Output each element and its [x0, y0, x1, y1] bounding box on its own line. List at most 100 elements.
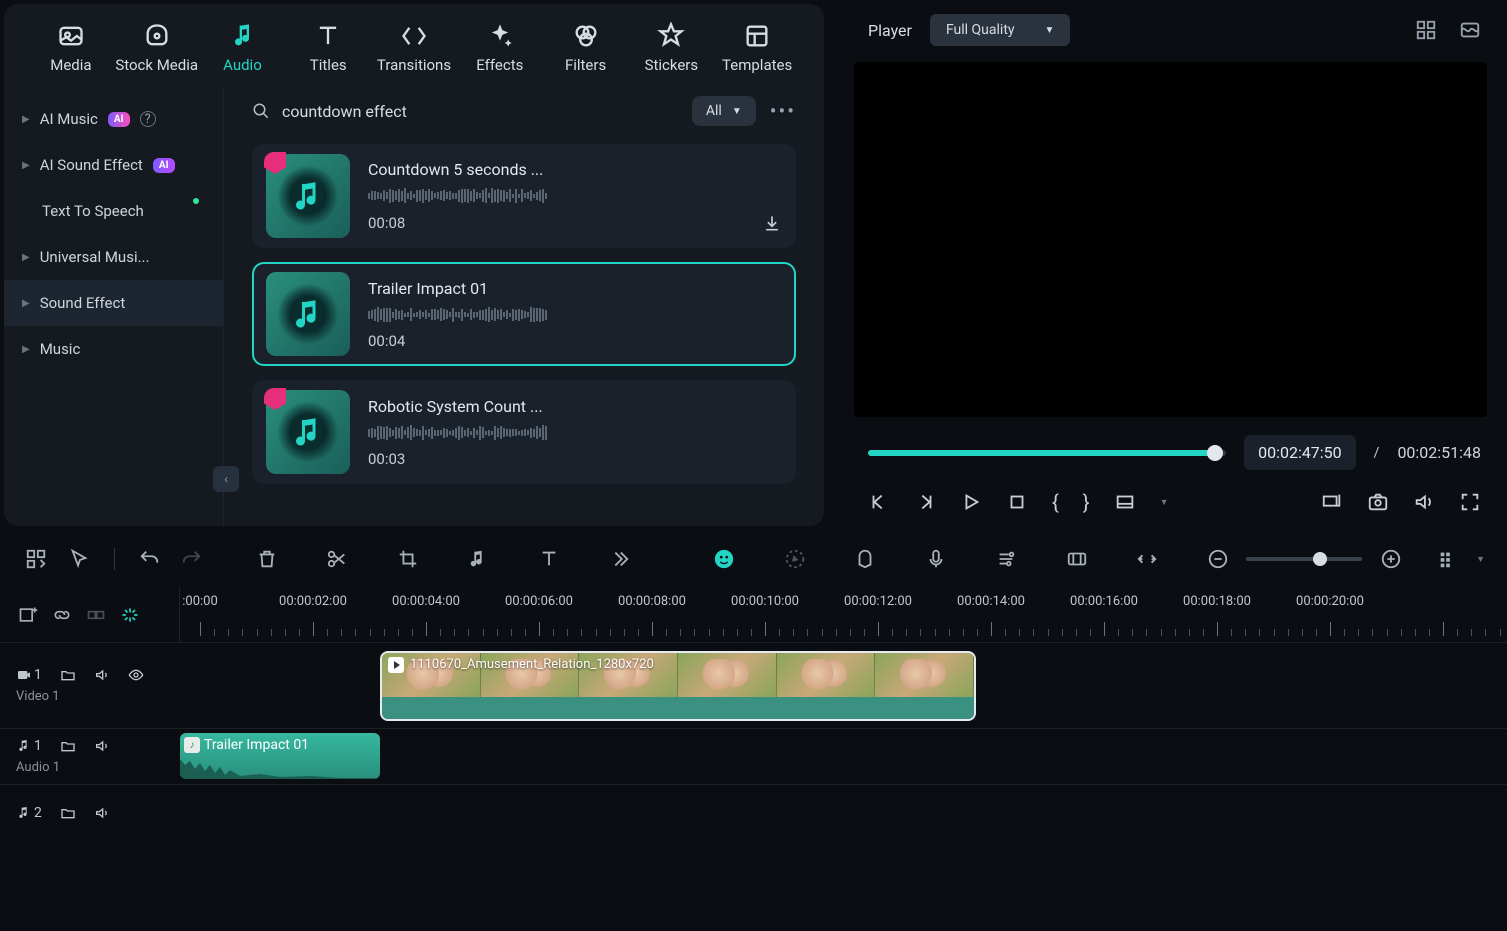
redo-button[interactable]: [178, 544, 207, 574]
text-button[interactable]: [534, 544, 563, 574]
preview-viewport[interactable]: [854, 62, 1487, 417]
undo-button[interactable]: [135, 544, 164, 574]
help-icon[interactable]: ?: [140, 111, 156, 127]
fit-button[interactable]: [1133, 544, 1162, 574]
split-button[interactable]: [323, 544, 352, 574]
scrub-bar[interactable]: [868, 450, 1226, 456]
add-track-button[interactable]: [18, 605, 38, 625]
tab-stickers[interactable]: Stickers: [628, 22, 714, 74]
music-icon: [16, 805, 32, 821]
render-button[interactable]: [780, 544, 809, 574]
visibility-icon[interactable]: [128, 667, 144, 683]
adjust-button[interactable]: [1062, 544, 1091, 574]
folder-icon[interactable]: [60, 667, 76, 683]
tab-titles[interactable]: Titles: [285, 22, 371, 74]
new-indicator-icon: [193, 198, 199, 204]
audio-track-2: 2: [0, 784, 1507, 840]
audio-item[interactable]: Trailer Impact 0100:04: [252, 262, 796, 366]
tab-media[interactable]: Media: [28, 22, 114, 74]
waveform-icon: [368, 187, 782, 205]
tab-effects[interactable]: Effects: [457, 22, 543, 74]
folder-icon[interactable]: [60, 805, 76, 821]
link-button[interactable]: [52, 605, 72, 625]
play-button[interactable]: [960, 491, 982, 513]
marker-button[interactable]: [851, 544, 880, 574]
audio-thumbnail: [266, 154, 350, 238]
ripple-button[interactable]: [86, 605, 106, 625]
mute-icon[interactable]: [94, 738, 110, 754]
chevron-down-icon[interactable]: ▼: [1160, 497, 1169, 508]
snapshot-button[interactable]: [1367, 491, 1389, 513]
waveform-icon: [180, 757, 380, 779]
delete-button[interactable]: [252, 544, 281, 574]
audio-thumbnail: [266, 390, 350, 474]
detach-button[interactable]: [1321, 491, 1343, 513]
chevron-down-icon[interactable]: ▼: [1476, 554, 1485, 565]
sidebar-item-music[interactable]: ▶Music: [4, 326, 223, 372]
music-icon: [16, 738, 32, 754]
quality-dropdown[interactable]: Full Quality▼: [930, 14, 1070, 46]
sidebar-item-tts[interactable]: Text To Speech: [4, 188, 223, 234]
folder-icon[interactable]: [60, 738, 76, 754]
mute-icon[interactable]: [94, 805, 110, 821]
total-time: 00:02:51:48: [1397, 443, 1481, 462]
audio-clip[interactable]: ♪ Trailer Impact 01: [180, 733, 380, 779]
tab-templates[interactable]: Templates: [714, 22, 800, 74]
tab-audio[interactable]: Audio: [200, 22, 286, 74]
track-options-button[interactable]: [1433, 544, 1462, 574]
sidebar-item-ai-sound-effect[interactable]: ▶AI Sound EffectAI: [4, 142, 223, 188]
ai-badge: AI: [153, 158, 175, 173]
video-icon: [16, 667, 32, 683]
search-input[interactable]: [282, 102, 678, 121]
sidebar-item-sound-effect[interactable]: ▶Sound Effect: [4, 280, 223, 326]
grid-view-icon[interactable]: [1415, 19, 1437, 41]
sidebar-item-ai-music[interactable]: ▶AI MusicAI?: [4, 96, 223, 142]
timeline-ruler[interactable]: :00:0000:00:02:0000:00:04:0000:00:06:000…: [180, 588, 1507, 642]
audio-button[interactable]: [464, 544, 493, 574]
video-clip[interactable]: 1110670_Amusement_Relation_1280x720: [380, 651, 976, 721]
crop-button[interactable]: [393, 544, 422, 574]
fullscreen-button[interactable]: [1459, 491, 1481, 513]
snap-button[interactable]: [120, 605, 140, 625]
more-options-button[interactable]: •••: [770, 99, 796, 123]
more-tools-button[interactable]: [605, 544, 634, 574]
mixer-button[interactable]: [992, 544, 1021, 574]
stop-button[interactable]: [1006, 491, 1028, 513]
scope-icon[interactable]: [1459, 19, 1481, 41]
audio-thumbnail: [266, 272, 350, 356]
volume-button[interactable]: [1413, 491, 1435, 513]
track-number: 1: [34, 738, 42, 754]
download-icon[interactable]: [762, 213, 782, 233]
audio-duration: 00:03: [368, 450, 405, 468]
chevron-down-icon: ▼: [732, 106, 742, 117]
sidebar-item-universal-music[interactable]: ▶Universal Musi...: [4, 234, 223, 280]
zoom-in-button[interactable]: [1376, 544, 1405, 574]
tab-transitions[interactable]: Transitions: [371, 22, 457, 74]
select-tool[interactable]: [65, 544, 94, 574]
player-panel: Player Full Quality▼ 00:02:47:50 / 00:02…: [842, 4, 1507, 526]
filter-dropdown[interactable]: All▼: [692, 96, 756, 126]
frame-forward-button[interactable]: [914, 491, 936, 513]
audio-item[interactable]: Robotic System Count ...00:03: [252, 380, 796, 484]
video-track-1: 1 Video 1 1110670_Amusement_Relation_128…: [0, 642, 1507, 728]
tab-stock-media[interactable]: Stock Media: [114, 22, 200, 74]
zoom-out-button[interactable]: [1203, 544, 1232, 574]
layout-button[interactable]: [1114, 491, 1136, 513]
track-number: 2: [34, 805, 42, 821]
tab-filters[interactable]: Filters: [543, 22, 629, 74]
zoom-slider[interactable]: [1246, 557, 1362, 561]
mute-icon[interactable]: [94, 667, 110, 683]
voiceover-button[interactable]: [921, 544, 950, 574]
frame-back-button[interactable]: [868, 491, 890, 513]
mark-in-button[interactable]: {: [1052, 490, 1059, 514]
clip-name: 1110670_Amusement_Relation_1280x720: [410, 657, 654, 672]
audio-title: Trailer Impact 01: [368, 279, 782, 298]
apps-button[interactable]: [22, 544, 51, 574]
premium-badge-icon: [264, 152, 286, 174]
waveform-icon: [368, 306, 782, 324]
waveform-icon: [368, 424, 782, 442]
ai-assistant-button[interactable]: [710, 544, 739, 574]
audio-item[interactable]: Countdown 5 seconds ...00:08: [252, 144, 796, 248]
music-icon: [290, 414, 326, 450]
mark-out-button[interactable]: }: [1083, 490, 1090, 514]
